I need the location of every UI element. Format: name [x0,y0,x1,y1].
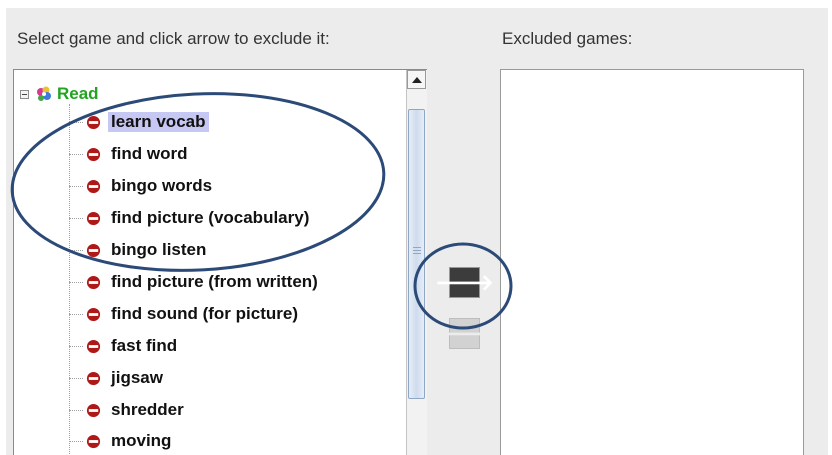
annotation-ellipse-arrow [413,242,513,330]
annotation-overlay [10,92,513,330]
annotation-ellipse-games [10,92,386,272]
